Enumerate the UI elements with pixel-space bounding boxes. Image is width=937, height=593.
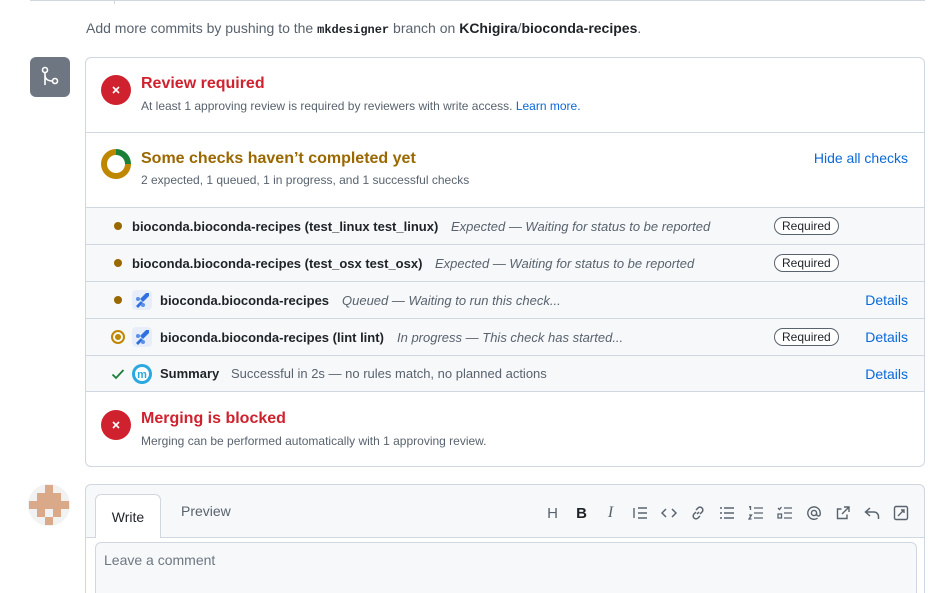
x-circle-icon bbox=[101, 75, 131, 105]
check-description: Successful in 2s — no rules match, no pl… bbox=[231, 366, 547, 381]
checks-subtitle: 2 expected, 1 queued, 1 in progress, and… bbox=[141, 173, 470, 187]
unordered-list-icon[interactable] bbox=[712, 503, 741, 523]
check-row: bioconda.bioconda-recipes (test_osx test… bbox=[86, 244, 924, 281]
git-merge-icon bbox=[30, 57, 70, 97]
check-row: bioconda.bioconda-recipes (lint lint) In… bbox=[86, 318, 924, 355]
details-link[interactable]: Details bbox=[865, 292, 908, 308]
review-required-section: Review required At least 1 approving rev… bbox=[86, 58, 924, 133]
svg-text:m: m bbox=[137, 369, 147, 381]
mergify-icon: m bbox=[132, 363, 152, 384]
checks-progress-icon bbox=[101, 149, 131, 179]
learn-more-link[interactable]: Learn more. bbox=[516, 99, 581, 113]
quote-icon[interactable] bbox=[625, 503, 654, 523]
check-description: Expected — Waiting for status to be repo… bbox=[435, 255, 695, 271]
branch-name: mkdesigner bbox=[317, 23, 390, 37]
pending-dot-icon bbox=[110, 218, 126, 234]
details-link[interactable]: Details bbox=[865, 366, 908, 382]
review-required-subtitle: At least 1 approving review is required … bbox=[141, 99, 581, 113]
check-row: m Summary Successful in 2s — no rules ma… bbox=[86, 355, 924, 392]
required-badge: Required bbox=[774, 217, 839, 235]
markdown-toolbar: H B I bbox=[538, 503, 915, 523]
review-required-title: Review required bbox=[141, 75, 265, 92]
check-row: bioconda.bioconda-recipes Queued — Waiti… bbox=[86, 281, 924, 318]
checks-section: Some checks haven’t completed yet 2 expe… bbox=[86, 133, 924, 207]
mention-icon[interactable] bbox=[799, 503, 828, 523]
timeline-rule bbox=[30, 0, 925, 1]
check-row: bioconda.bioconda-recipes (test_linux te… bbox=[86, 207, 924, 244]
check-description: Expected — Waiting for status to be repo… bbox=[451, 218, 711, 234]
check-name: bioconda.bioconda-recipes (lint lint) bbox=[160, 329, 384, 345]
check-list: bioconda.bioconda-recipes (test_linux te… bbox=[86, 207, 924, 392]
in-progress-icon bbox=[110, 329, 126, 345]
bold-icon[interactable]: B bbox=[567, 503, 596, 523]
required-badge: Required bbox=[774, 254, 839, 272]
italic-icon[interactable]: I bbox=[596, 503, 625, 523]
tab-preview[interactable]: Preview bbox=[181, 503, 231, 519]
ordered-list-icon[interactable] bbox=[741, 503, 770, 523]
check-name: Summary bbox=[160, 366, 220, 381]
merging-blocked-section: Merging is blocked Merging can be perfor… bbox=[86, 393, 924, 466]
code-icon[interactable] bbox=[654, 503, 683, 523]
pending-dot-icon bbox=[110, 255, 126, 271]
push-instructions: Add more commits by pushing to the mkdes… bbox=[86, 20, 642, 37]
timeline-tick bbox=[114, 0, 115, 4]
cross-reference-icon[interactable] bbox=[828, 503, 857, 523]
x-circle-icon bbox=[101, 410, 131, 440]
required-badge: Required bbox=[774, 328, 839, 346]
check-name: bioconda.bioconda-recipes bbox=[160, 292, 330, 308]
reply-icon[interactable] bbox=[857, 503, 886, 523]
checks-title: Some checks haven’t completed yet bbox=[141, 150, 416, 167]
check-mark-icon bbox=[110, 366, 126, 382]
details-link[interactable]: Details bbox=[865, 329, 908, 345]
check-name: bioconda.bioconda-recipes (test_osx test… bbox=[132, 255, 423, 271]
fullscreen-icon[interactable] bbox=[886, 503, 915, 523]
comment-textarea[interactable]: Leave a comment bbox=[95, 542, 917, 593]
merging-blocked-subtitle: Merging can be performed automatically w… bbox=[141, 434, 487, 448]
hide-all-checks-link[interactable]: Hide all checks bbox=[814, 150, 908, 166]
avatar[interactable] bbox=[28, 484, 70, 526]
task-list-icon[interactable] bbox=[770, 503, 799, 523]
check-description: Queued — Waiting to run this check... bbox=[342, 292, 561, 308]
check-description: In progress — This check has started... bbox=[397, 329, 624, 345]
heading-icon[interactable]: H bbox=[538, 503, 567, 523]
queued-dot-icon bbox=[110, 292, 126, 308]
comment-editor: Write Preview H B I Leave a comment bbox=[85, 484, 925, 593]
repo-owner[interactable]: KChigira bbox=[459, 20, 517, 36]
check-name: bioconda.bioconda-recipes (test_linux te… bbox=[132, 218, 439, 234]
merging-blocked-title: Merging is blocked bbox=[141, 410, 286, 427]
link-icon[interactable] bbox=[683, 503, 712, 523]
tab-write[interactable]: Write bbox=[95, 494, 161, 538]
merge-status-box: Review required At least 1 approving rev… bbox=[85, 57, 925, 467]
azure-pipelines-icon bbox=[132, 327, 152, 347]
repo-name[interactable]: bioconda-recipes bbox=[521, 20, 637, 36]
azure-pipelines-icon bbox=[132, 290, 152, 310]
